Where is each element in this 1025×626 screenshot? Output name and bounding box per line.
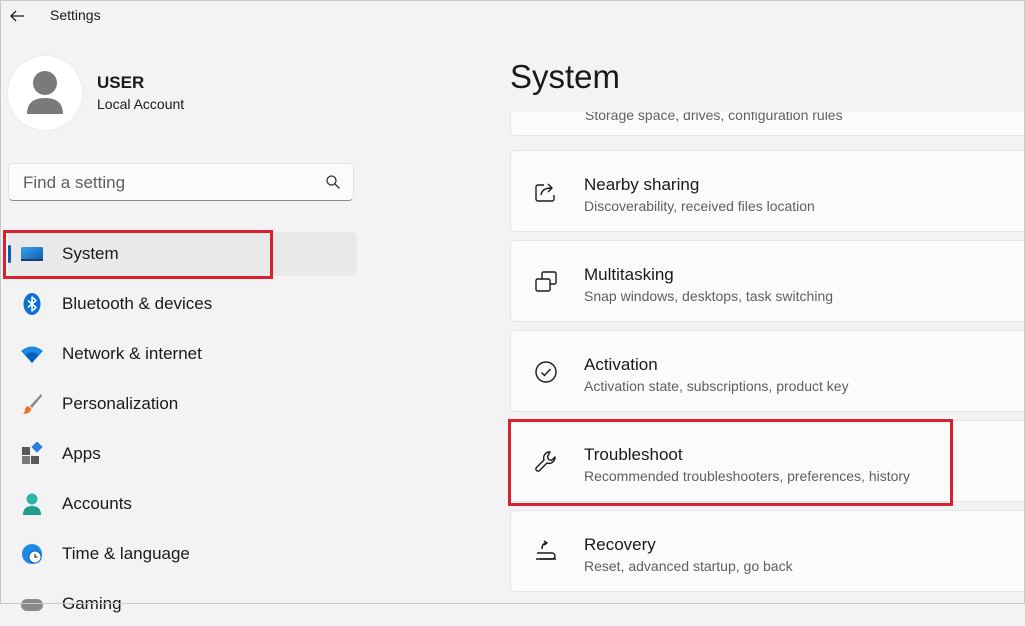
search-box[interactable] bbox=[8, 163, 354, 202]
sidebar-item-apps[interactable]: Apps bbox=[8, 432, 357, 476]
person-silhouette-icon bbox=[27, 71, 63, 114]
sidebar-item-bluetooth[interactable]: Bluetooth & devices bbox=[8, 282, 357, 326]
sidebar-item-label: Apps bbox=[62, 444, 101, 463]
card-title: Multitasking bbox=[584, 265, 674, 284]
sidebar-item-label: System bbox=[62, 244, 119, 263]
search-input[interactable] bbox=[21, 164, 315, 202]
wrench-icon bbox=[535, 451, 556, 472]
sidebar-item-label: Personalization bbox=[62, 394, 179, 413]
card-subtitle: Snap windows, desktops, task switching bbox=[584, 288, 834, 304]
card-subtitle: Discoverability, received files location bbox=[584, 198, 815, 214]
selected-indicator bbox=[8, 245, 11, 263]
recovery-icon bbox=[536, 540, 556, 560]
sidebar-item-label: Time & language bbox=[62, 544, 190, 563]
card-title: Recovery bbox=[584, 535, 656, 554]
person-icon bbox=[23, 493, 41, 515]
account-type: Local Account bbox=[97, 96, 185, 112]
page-title: System bbox=[510, 58, 621, 95]
avatar[interactable] bbox=[8, 56, 82, 130]
back-button[interactable] bbox=[6, 4, 28, 28]
share-icon bbox=[535, 183, 555, 202]
user-name: USER bbox=[97, 73, 145, 92]
sidebar-item-label: Bluetooth & devices bbox=[62, 294, 213, 313]
card-subtitle: Activation state, subscriptions, product… bbox=[584, 378, 849, 394]
clock-globe-icon bbox=[22, 544, 42, 564]
sidebar-item-label: Network & internet bbox=[62, 344, 202, 363]
card-title: Nearby sharing bbox=[584, 175, 700, 194]
app-title: Settings bbox=[50, 7, 101, 23]
settings-card-recovery[interactable]: Recovery Reset, advanced startup, go bac… bbox=[510, 510, 1025, 592]
sidebar-item-time-language[interactable]: Time & language bbox=[8, 532, 357, 576]
sidebar-item-network[interactable]: Network & internet bbox=[8, 332, 357, 376]
card-subtitle: Reset, advanced startup, go back bbox=[584, 558, 793, 574]
card-title: Activation bbox=[584, 355, 658, 374]
apps-icon bbox=[22, 442, 43, 464]
card-subtitle: Recommended troubleshooters, preferences… bbox=[584, 468, 911, 484]
settings-card-nearby-sharing[interactable]: Nearby sharing Discoverability, received… bbox=[510, 150, 1025, 232]
check-circle-icon bbox=[535, 361, 557, 383]
sidebar-item-label: Gaming bbox=[62, 594, 122, 613]
sidebar-item-system[interactable]: System bbox=[8, 232, 357, 276]
sidebar-item-label: Accounts bbox=[62, 494, 132, 513]
card-title: Troubleshoot bbox=[584, 445, 683, 464]
wifi-icon bbox=[21, 346, 43, 363]
settings-card-activation[interactable]: Activation Activation state, subscriptio… bbox=[510, 330, 1025, 412]
sidebar-item-personalization[interactable]: Personalization bbox=[8, 382, 357, 426]
brush-icon bbox=[23, 394, 42, 414]
multitasking-icon bbox=[535, 271, 557, 292]
search-icon[interactable] bbox=[325, 174, 341, 190]
settings-card-storage[interactable]: Storage space, drives, configuration rul… bbox=[510, 112, 1025, 136]
sidebar-item-gaming[interactable]: Gaming bbox=[8, 582, 357, 626]
settings-list[interactable]: Storage space, drives, configuration rul… bbox=[510, 112, 1025, 604]
back-arrow-icon bbox=[10, 10, 24, 22]
title-bar: Settings bbox=[0, 0, 1025, 32]
system-icon bbox=[21, 247, 43, 261]
card-subtitle: Storage space, drives, configuration rul… bbox=[585, 112, 843, 123]
controller-icon bbox=[21, 599, 43, 611]
sidebar-item-accounts[interactable]: Accounts bbox=[8, 482, 357, 526]
settings-card-troubleshoot[interactable]: Troubleshoot Recommended troubleshooters… bbox=[510, 420, 1025, 502]
bluetooth-icon bbox=[23, 293, 41, 315]
settings-card-multitasking[interactable]: Multitasking Snap windows, desktops, tas… bbox=[510, 240, 1025, 322]
